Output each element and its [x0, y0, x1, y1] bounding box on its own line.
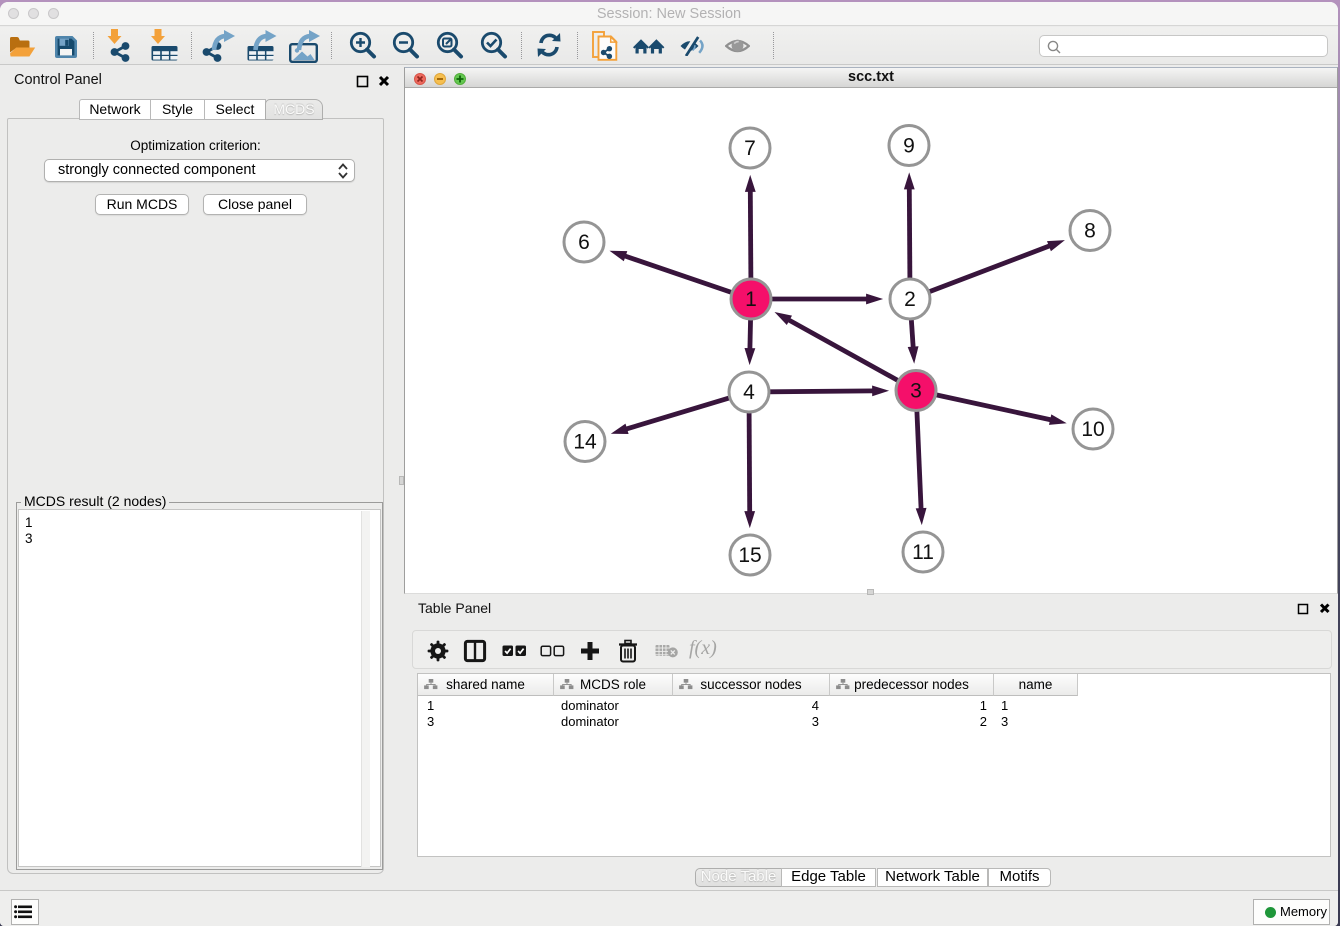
svg-text:15: 15 [738, 544, 761, 567]
svg-text:7: 7 [744, 137, 756, 160]
svg-text:11: 11 [912, 541, 934, 564]
svg-text:14: 14 [573, 431, 597, 454]
svg-text:3: 3 [910, 380, 922, 403]
svg-text:10: 10 [1081, 418, 1104, 441]
svg-text:8: 8 [1084, 220, 1096, 243]
svg-text:4: 4 [743, 381, 755, 404]
svg-text:6: 6 [578, 231, 590, 254]
svg-text:1: 1 [745, 288, 757, 311]
svg-text:9: 9 [903, 135, 915, 158]
svg-text:2: 2 [904, 288, 916, 311]
